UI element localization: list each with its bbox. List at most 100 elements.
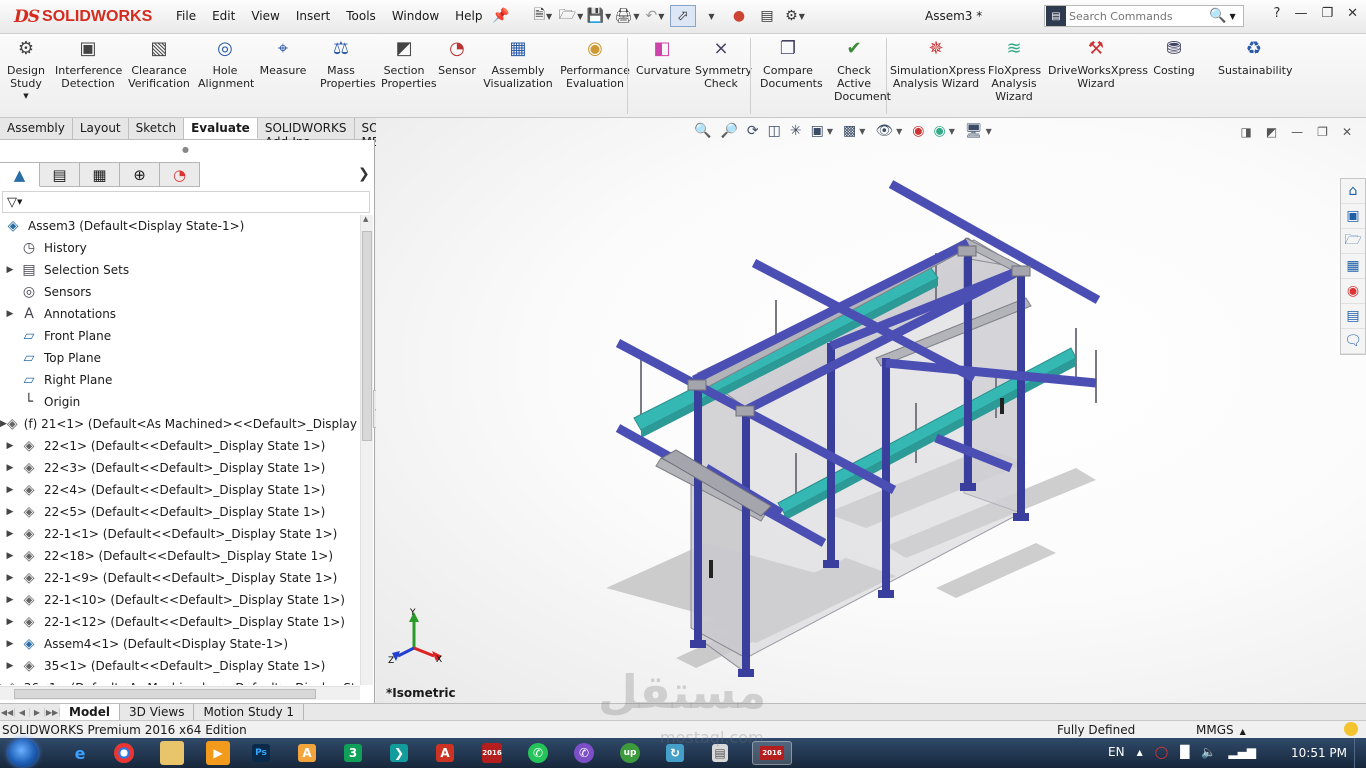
tree-item[interactable]: ▶ ◈ 22-1<10> (Default<<Default>_Display St… — [0, 589, 360, 611]
undo-button[interactable]: ↶ ▼ — [642, 5, 668, 27]
chrome-icon[interactable] — [114, 743, 134, 763]
system-clock[interactable]: 10:51 PM — [1291, 746, 1347, 760]
interference-detection-button[interactable]: ▣ Interference Detection — [55, 38, 122, 90]
file-properties-button[interactable]: ▤ — [754, 5, 780, 27]
home-icon[interactable]: ⌂ — [1341, 179, 1365, 204]
driveworksxpress-wizard-button[interactable]: ⚒ DriveWorksXpress Wizard — [1048, 38, 1148, 90]
scroll-thumb[interactable] — [362, 231, 372, 441]
tree-item[interactable]: ▶ ▤ Selection Sets — [0, 259, 360, 281]
section-properties-button[interactable]: ◩ Section Properties — [381, 38, 437, 90]
tray-expand-icon[interactable]: ▲ — [1137, 748, 1143, 757]
close-icon[interactable]: ✕ — [1347, 6, 1358, 21]
scroll-up-icon[interactable]: ▲ — [363, 215, 368, 223]
tree-item[interactable]: ▶ ◈ 22-1<12> (Default<<Default>_Display St… — [0, 611, 360, 633]
tree-filter[interactable]: ▽ ▼ — [2, 191, 370, 213]
show-desktop-button[interactable] — [1354, 738, 1366, 768]
tree-item[interactable]: ▶ ◈ Assem4<1> (Default<Display State-1>) — [0, 633, 360, 655]
chevron-down-icon[interactable]: ▼ — [4, 90, 48, 103]
tree-item[interactable]: ◎ Sensors — [0, 281, 360, 303]
display-manager-tab[interactable]: ◔ — [160, 162, 200, 187]
menu-help[interactable]: Help — [455, 9, 482, 23]
tree-item[interactable]: └ Origin — [0, 391, 360, 413]
search-input[interactable] — [1069, 9, 1209, 23]
tree-item[interactable]: ▶ ◈ 22<5> (Default<<Default>_Display State… — [0, 501, 360, 523]
chevron-right-icon[interactable]: ▶ — [0, 485, 20, 495]
compare-documents-button[interactable]: ❐ Compare Documents — [760, 38, 823, 90]
pin-icon[interactable]: 📌 — [492, 8, 509, 24]
rebuild-status-icon[interactable] — [1344, 722, 1358, 736]
filter-icon[interactable]: ▽ — [7, 195, 17, 210]
design-study-button[interactable]: ⚙ Design Study ▼ — [4, 38, 48, 103]
tree-vertical-scrollbar[interactable]: ▲ — [360, 215, 373, 685]
recycle-icon[interactable]: ↻ — [666, 744, 684, 762]
chevron-down-icon[interactable]: ▼ — [546, 12, 552, 21]
acrobat-tray-icon[interactable]: ◯ — [1155, 745, 1168, 759]
start-button[interactable] — [8, 739, 38, 767]
signal-icon[interactable]: ▂▄▆ — [1228, 745, 1256, 759]
hole-alignment-button[interactable]: ◎ Hole Alignment — [198, 38, 254, 90]
chevron-down-icon[interactable]: ▼ — [658, 12, 664, 21]
tab-layout[interactable]: Layout — [73, 118, 129, 139]
last-tab-icon[interactable]: ▶▶ — [45, 707, 60, 717]
chevron-down-icon[interactable]: ▼ — [1229, 12, 1235, 21]
tree-item[interactable]: ▶ ◈ 22<3> (Default<<Default>_Display State… — [0, 457, 360, 479]
tree-item[interactable]: ▱ Top Plane — [0, 347, 360, 369]
tree-item[interactable]: ▶ ◈ 22<4> (Default<<Default>_Display State… — [0, 479, 360, 501]
feature-tree-tab[interactable]: ▲ — [0, 162, 40, 187]
tree-item[interactable]: ▶ ◈ 35<1> (Default<<Default>_Display State… — [0, 655, 360, 677]
costing-button[interactable]: ⛃ Costing — [1152, 38, 1196, 77]
prev-tab-icon[interactable]: ◀ — [15, 707, 30, 717]
tree-root-assembly[interactable]: ◈ Assem3 (Default<Display State-1>) — [0, 215, 360, 237]
performance-evaluation-button[interactable]: ◉ Performance Evaluation — [557, 38, 633, 90]
tree-horizontal-scrollbar[interactable] — [0, 686, 360, 700]
open-button[interactable]: 🗁 ▼ — [558, 5, 584, 27]
volume-icon[interactable]: 🔈 — [1201, 745, 1216, 759]
menu-tools[interactable]: Tools — [346, 9, 376, 23]
ie-icon[interactable]: e — [68, 741, 92, 765]
upwork-icon[interactable]: up — [620, 743, 640, 763]
app-icon[interactable]: ❯ — [390, 744, 408, 762]
menu-edit[interactable]: Edit — [212, 9, 235, 23]
sustainability-button[interactable]: ♻ Sustainability — [1218, 38, 1292, 77]
chevron-right-icon[interactable]: ▶ — [0, 683, 7, 685]
chevron-right-icon[interactable]: ▶ — [0, 639, 20, 649]
simulationxpress-analysis-wizard-button[interactable]: ✵ SimulationXpress Analysis Wizard — [890, 38, 986, 90]
chevron-right-icon[interactable]: ▶ — [0, 595, 20, 605]
sensor-button[interactable]: ◔ Sensor — [437, 38, 477, 77]
viber-icon[interactable]: ✆ — [574, 743, 594, 763]
tree-item[interactable]: ▱ Right Plane — [0, 369, 360, 391]
rebuild-button[interactable]: ● — [726, 5, 752, 27]
tree-item[interactable]: ▶ A Annotations — [0, 303, 360, 325]
minimize-icon[interactable]: — — [1294, 6, 1307, 21]
photoshop-icon[interactable]: Ps — [252, 744, 270, 762]
tree-item[interactable]: ▶ ◈ 22-1<9> (Default<<Default>_Display Sta… — [0, 567, 360, 589]
chevron-right-icon[interactable]: ▶ — [0, 265, 20, 275]
autodesk-icon[interactable]: A — [298, 744, 316, 762]
tree-item[interactable]: ▶ ◈ 22<18> (Default<<Default>_Display Stat… — [0, 545, 360, 567]
first-tab-icon[interactable]: ◀◀ — [0, 707, 15, 717]
tab-motion-study-1[interactable]: Motion Study 1 — [194, 704, 305, 720]
print-button[interactable]: 🖨 ▼ — [614, 5, 640, 27]
tree-item[interactable]: ▶ ◈ 22-1<1> (Default<<Default>_Display Sta… — [0, 523, 360, 545]
custom-properties-icon[interactable]: ▤ — [1341, 304, 1365, 329]
network-icon[interactable]: █ — [1180, 745, 1189, 759]
select-dropdown[interactable]: ▼ — [698, 5, 724, 27]
whatsapp-icon[interactable]: ✆ — [528, 743, 548, 763]
view-palette-icon[interactable]: ▦ — [1341, 254, 1365, 279]
language-indicator[interactable]: EN — [1108, 745, 1125, 759]
graphics-area[interactable]: 🔍 🔎 ⟳ ◫ ✳ ▣ ▼ ▩ ▼ 👁 ▼ ◉ ◉ ▼ 🖥 ▼ ◨ ◩ — ❐ ✕ — [376, 118, 1366, 703]
acrobat-icon[interactable]: A — [436, 744, 454, 762]
search-icon[interactable]: 🔍 — [1209, 8, 1226, 24]
mass-properties-button[interactable]: ⚖ Mass Properties — [320, 38, 376, 90]
clearance-verification-button[interactable]: ▧ Clearance Verification — [127, 38, 191, 90]
tab-solidworks-addins[interactable]: SOLIDWORKS Add-Ins — [258, 118, 355, 149]
explorer-icon[interactable] — [160, 741, 184, 765]
menu-view[interactable]: View — [251, 9, 279, 23]
notepad-icon[interactable]: ▤ — [712, 744, 728, 762]
tab-evaluate[interactable]: Evaluate — [184, 118, 258, 139]
chevron-down-icon[interactable]: ▼ — [605, 12, 611, 21]
tree-item[interactable]: ▶◈ 36<1> (Default<As Machined><<Default>_… — [0, 677, 360, 685]
symmetry-check-button[interactable]: ⨯ Symmetry Check — [695, 38, 752, 90]
solidworks-logo[interactable]: DS SOLIDWORKS — [14, 6, 152, 28]
chevron-right-icon[interactable]: ▶ — [0, 551, 20, 561]
